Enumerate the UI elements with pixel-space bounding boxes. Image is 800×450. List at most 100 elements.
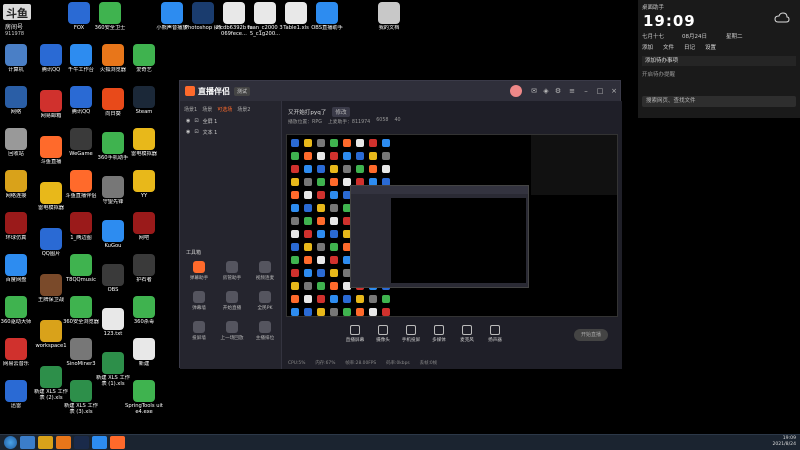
desktop-icon-label: YY <box>140 193 148 199</box>
desktop-icon[interactable]: Steam <box>125 86 163 126</box>
preview-tile <box>291 243 299 251</box>
app-icon <box>70 380 92 402</box>
desktop-icon[interactable]: 网络连接 <box>0 170 35 210</box>
stat-fans: 40 <box>394 118 401 123</box>
tool-label: 主播排位 <box>255 336 275 341</box>
desktop-icon-label: 360驱动大师 <box>0 319 32 325</box>
user-avatar[interactable] <box>510 85 522 97</box>
desktop-icon[interactable]: 迅雷 <box>0 380 35 420</box>
widget-action-diary[interactable]: 日记 <box>684 43 695 53</box>
app-icon <box>133 86 155 108</box>
widget-action-settings[interactable]: 设置 <box>705 43 716 53</box>
toolbox-item[interactable]: 房管助手 <box>217 261 247 287</box>
desktop-icon[interactable]: SpringTools uite4.exe <box>125 380 163 420</box>
app-icon <box>40 90 62 112</box>
desktop-icon-label: 360杀毒 <box>133 319 155 325</box>
skin-icon[interactable]: ◈ <box>542 87 550 95</box>
preview-tile <box>317 256 325 264</box>
eye-icon[interactable]: ◉ <box>186 129 190 136</box>
taskbar-browser-icon[interactable] <box>92 436 107 449</box>
widget-action-add[interactable]: 添加 <box>642 43 653 53</box>
source-speaker-button[interactable]: 扬声器 <box>482 325 508 343</box>
tab-scene[interactable]: 场景 <box>202 106 212 113</box>
preview-widget-mirror <box>531 135 617 195</box>
start-button[interactable] <box>4 436 17 449</box>
desktop-icon[interactable]: 百度网盘 <box>0 254 35 294</box>
app-icon <box>68 2 90 24</box>
close-icon[interactable]: × <box>610 87 618 95</box>
eye-icon[interactable]: ◉ <box>186 118 190 125</box>
desktop-icon[interactable]: 新建 <box>125 338 163 378</box>
toolbox-item[interactable]: 开始直播 <box>217 291 247 317</box>
tab-optional-scene[interactable]: 可选场 <box>217 106 232 113</box>
tool-label: 投屏墙 <box>192 336 206 341</box>
toolbox-item[interactable]: 主播排位 <box>250 321 280 347</box>
taskbar-explorer-icon[interactable] <box>38 436 53 449</box>
desktop-icon[interactable]: 计算机 <box>0 44 35 84</box>
message-icon[interactable]: ✉ <box>530 87 538 95</box>
desktop-icon[interactable]: 我的文档 <box>370 2 408 42</box>
taskbar-media-icon[interactable] <box>56 436 71 449</box>
toolbox-item[interactable]: 全民PK <box>250 291 280 317</box>
settings-icon[interactable]: ⚙ <box>554 87 562 95</box>
scene-item-fullscreen[interactable]: ◉ ⊡ 全屏 1 <box>180 116 281 127</box>
edit-title-button[interactable]: 修改 <box>332 107 350 117</box>
preview-tile <box>369 139 377 147</box>
system-tray-clock[interactable]: 19:09 2021/8/24 <box>772 436 796 448</box>
maximize-icon[interactable]: □ <box>596 87 604 95</box>
desktop-icon[interactable]: 环球仿真 <box>0 212 35 252</box>
preview-canvas[interactable] <box>286 134 618 317</box>
desktop-icon[interactable]: 网吧 <box>125 212 163 252</box>
stat-hot: 6058 <box>376 118 389 123</box>
status-cpu: CPU:5% <box>288 360 306 366</box>
desktop-icon[interactable]: 网易云音乐 <box>0 338 35 378</box>
preview-tile <box>291 139 299 147</box>
preview-tile <box>343 295 351 303</box>
source-media-button[interactable]: 多媒体 <box>426 325 452 343</box>
widget-todo-reminder[interactable]: 开启待办提醒 <box>642 70 675 80</box>
toolbox-item[interactable]: 视频连麦 <box>250 261 280 287</box>
source-label: 扬声器 <box>488 338 502 343</box>
desktop: 斗鱼 房间号 911978 计算机 网络 回收站 网络连接 环球仿真 百度网盘 360驱动大… <box>0 0 800 434</box>
tab-scene-2[interactable]: 场景2 <box>237 106 250 113</box>
desktop-icon[interactable]: 360安全卫士 <box>91 2 129 42</box>
tab-scene-1[interactable]: 场景1 <box>184 106 197 113</box>
preview-tile <box>330 191 338 199</box>
app-icon <box>133 338 155 360</box>
desktop-icon[interactable]: OBS直播助手 <box>308 2 346 42</box>
taskbar-ie-icon[interactable] <box>20 436 35 449</box>
preview-tile <box>304 217 312 225</box>
widget-search-input[interactable]: 搜索网页、查找文件 <box>642 96 796 107</box>
toolbox-item[interactable]: 上一场回放 <box>217 321 247 347</box>
desktop-icon-label: 爱奇艺 <box>136 67 152 73</box>
desktop-icon[interactable]: 回收站 <box>0 128 35 168</box>
desktop-icon[interactable]: 爱奇艺 <box>125 44 163 84</box>
scene-item-text[interactable]: ◉ ⊡ 文本 1 <box>180 127 281 138</box>
desktop-icon[interactable]: 网络 <box>0 86 35 126</box>
minimize-icon[interactable]: – <box>582 87 590 95</box>
source-phone-cast-button[interactable]: 手机投屏 <box>398 325 424 343</box>
start-live-button[interactable]: 开始直播 <box>574 329 608 341</box>
source-screen-capture-button[interactable]: 直播屏幕 <box>342 325 368 343</box>
desktop-icon[interactable]: 护石者 <box>125 254 163 294</box>
preview-tile <box>382 165 390 173</box>
desktop-icon[interactable]: 雷电模拟器 <box>125 128 163 168</box>
desktop-icon[interactable]: 360杀毒 <box>125 296 163 336</box>
widget-action-file[interactable]: 文件 <box>663 43 674 53</box>
widget-todo-add[interactable]: 添加待办事项 <box>642 56 796 66</box>
menu-icon[interactable]: ≡ <box>568 87 576 95</box>
desktop-icon[interactable]: YY <box>125 170 163 210</box>
toolbox-item[interactable]: 弹幕墙 <box>184 291 214 317</box>
lock-icon[interactable]: ⊡ <box>194 129 198 136</box>
desktop-icon[interactable]: 360驱动大师 <box>0 296 35 336</box>
taskbar-douyu-icon[interactable] <box>110 436 125 449</box>
widget-date: 08月24日 <box>682 34 707 40</box>
source-camera-button[interactable]: 摄像头 <box>370 325 396 343</box>
toolbox-item[interactable]: 弹幕助手 <box>184 261 214 287</box>
lock-icon[interactable]: ⊡ <box>194 118 198 125</box>
preview-tile <box>291 165 299 173</box>
preview-tile <box>291 230 299 238</box>
toolbox-item[interactable]: 投屏墙 <box>184 321 214 347</box>
source-microphone-button[interactable]: 麦克风 <box>454 325 480 343</box>
taskbar-obs-icon[interactable] <box>74 436 89 449</box>
